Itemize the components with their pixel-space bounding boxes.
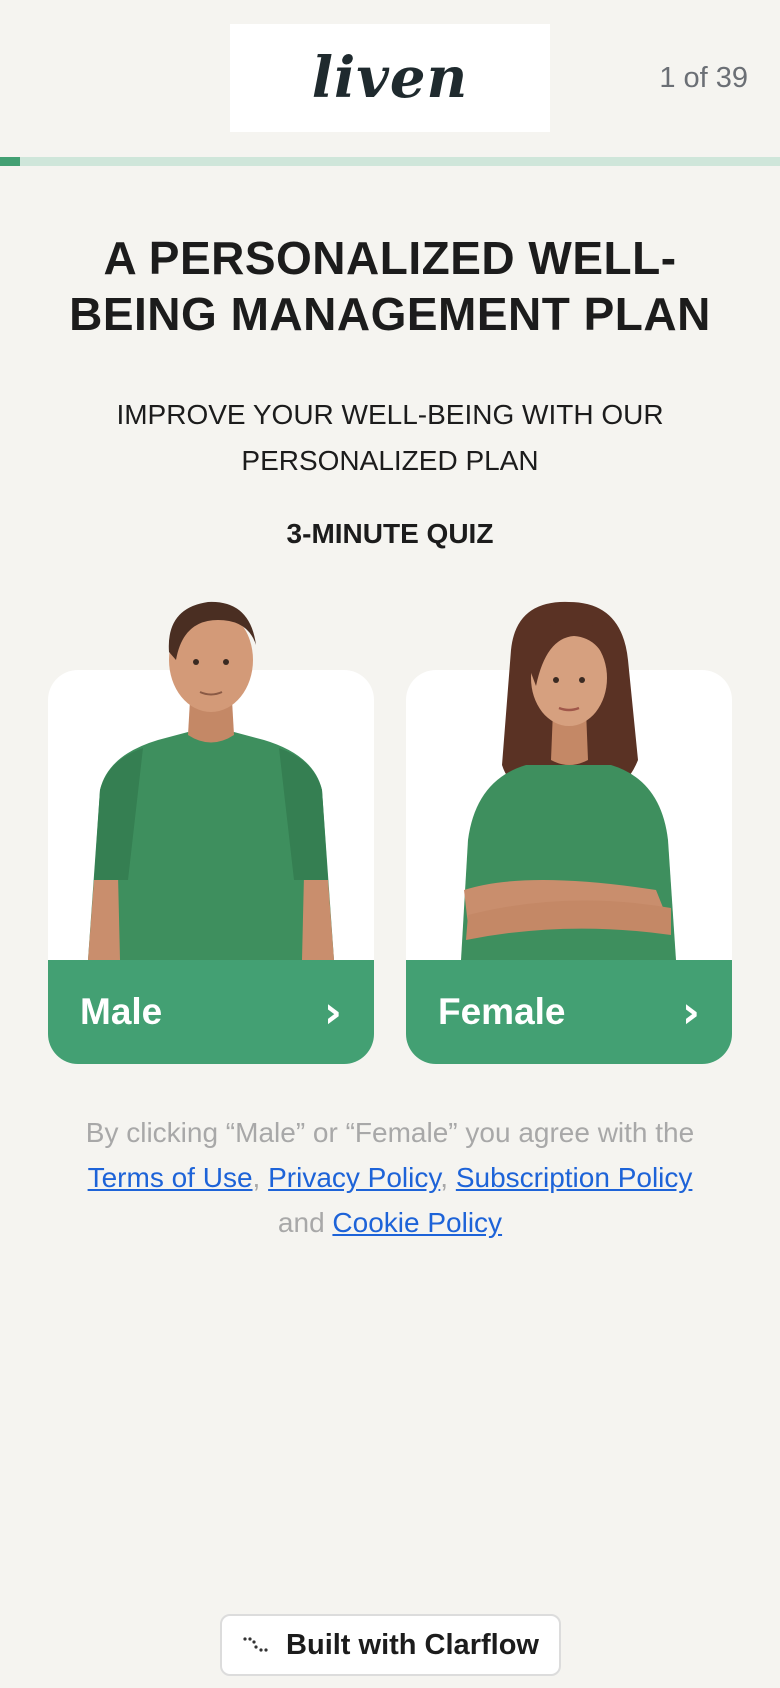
chevron-right-icon: › — [323, 986, 342, 1038]
progress-bar — [0, 157, 780, 166]
clarflow-logo-icon — [243, 1637, 268, 1652]
progress-fill — [0, 157, 20, 166]
terms-of-use-link[interactable]: Terms of Use — [88, 1162, 253, 1193]
privacy-policy-link[interactable]: Privacy Policy — [268, 1162, 440, 1193]
built-with-label: Built with Clarflow — [286, 1628, 539, 1661]
logo: liven — [230, 24, 550, 132]
legal-separator: , — [440, 1162, 449, 1193]
male-option-card[interactable]: Male › — [48, 590, 374, 1064]
step-counter: 1 of 39 — [659, 62, 748, 94]
male-label: Male — [80, 991, 163, 1032]
legal-and: and — [277, 1207, 325, 1238]
legal-notice: By clicking “Male” or “Female” you agree… — [40, 1110, 740, 1245]
legal-separator: , — [252, 1162, 261, 1193]
legal-prefix: By clicking “Male” or “Female” you agree… — [85, 1117, 695, 1148]
female-option-card[interactable]: Female › — [406, 590, 732, 1064]
chevron-right-icon: › — [681, 986, 700, 1038]
built-with-clarflow-badge[interactable]: Built with Clarflow — [220, 1614, 561, 1676]
subscription-policy-link[interactable]: Subscription Policy — [456, 1162, 693, 1193]
quiz-duration-label: 3-MINUTE QUIZ — [286, 518, 494, 549]
male-person-image — [88, 601, 334, 960]
page-subtitle: IMPROVE YOUR WELL-BEING WITH OUR PERSONA… — [116, 399, 664, 476]
male-button[interactable]: Male › — [48, 960, 374, 1064]
cookie-policy-link[interactable]: Cookie Policy — [332, 1207, 502, 1238]
header: liven 1 of 39 — [0, 0, 780, 158]
logo-text: liven — [311, 45, 469, 111]
female-person-image — [461, 601, 676, 960]
female-label: Female — [438, 991, 566, 1032]
female-button[interactable]: Female › — [406, 960, 732, 1064]
page-title: A PERSONALIZED WELL-BEING MANAGEMENT PLA… — [69, 232, 711, 340]
